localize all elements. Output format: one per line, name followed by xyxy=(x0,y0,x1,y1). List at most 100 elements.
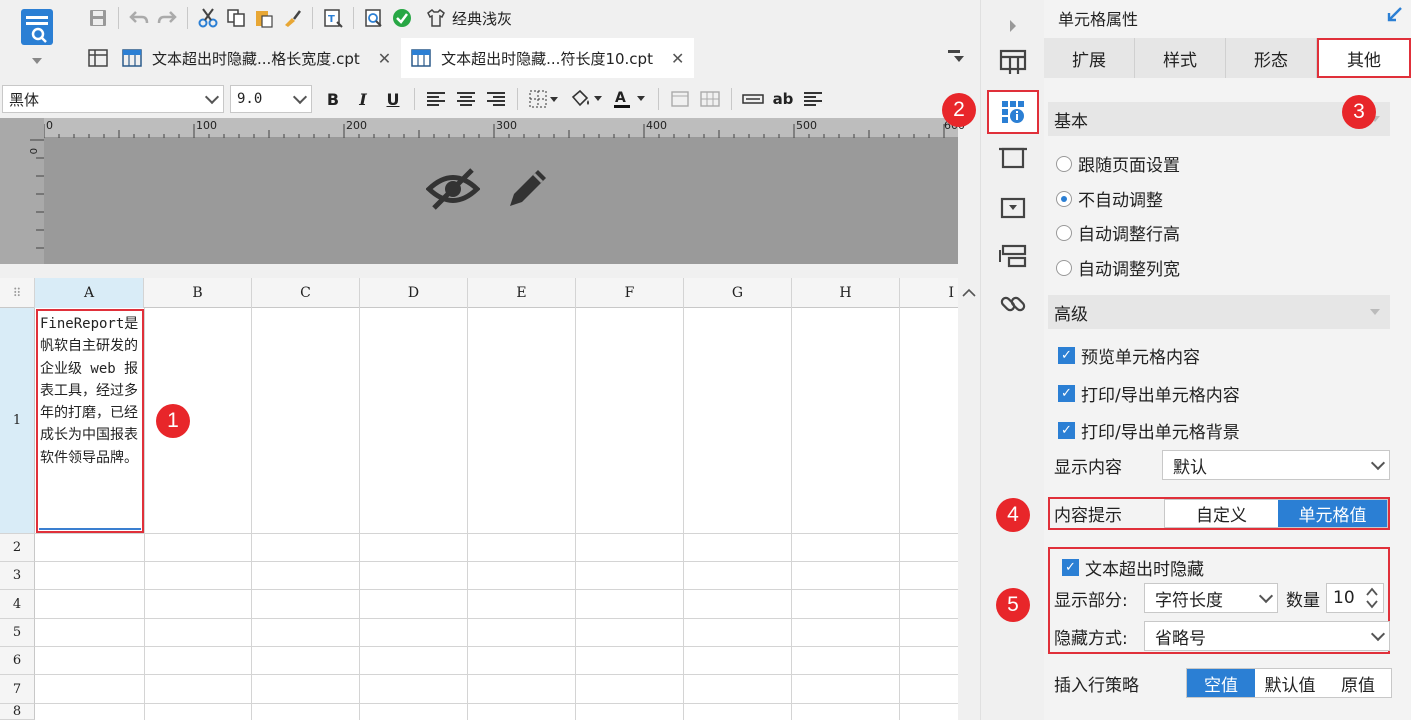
section-advanced[interactable]: 高级 xyxy=(1048,295,1390,329)
tab-widget[interactable]: 形态 xyxy=(1226,38,1317,78)
column-header-G[interactable]: G xyxy=(684,278,792,308)
column-header-B[interactable]: B xyxy=(144,278,252,308)
tab-style[interactable]: 样式 xyxy=(1135,38,1226,78)
underline-button[interactable]: U xyxy=(378,85,408,113)
tab-list-menu-icon[interactable] xyxy=(948,48,966,64)
select-all-icon[interactable]: ⠿ xyxy=(0,278,35,308)
fill-color-icon[interactable] xyxy=(564,85,608,113)
row-header-2[interactable]: 2 xyxy=(0,534,35,562)
close-tab-icon[interactable]: ✕ xyxy=(671,49,684,68)
float-element-icon[interactable] xyxy=(997,142,1029,174)
cell-element-icon[interactable] xyxy=(997,46,1029,78)
indent-icon[interactable] xyxy=(798,85,828,113)
tab-expand[interactable]: 扩展 xyxy=(1044,38,1135,78)
align-center-icon[interactable] xyxy=(451,85,481,113)
redo-icon[interactable] xyxy=(153,4,181,32)
hide-eye-icon[interactable] xyxy=(426,166,480,212)
checkbox-hide-overflow[interactable]: ✓ 文本超出时隐藏 xyxy=(1062,555,1204,580)
close-tab-icon[interactable]: ✕ xyxy=(378,49,391,68)
sheet-grid-icon[interactable] xyxy=(84,44,112,72)
condition-attributes-icon[interactable] xyxy=(997,240,1029,272)
font-color-icon[interactable]: A xyxy=(608,85,652,113)
undo-icon[interactable] xyxy=(125,4,153,32)
column-header-E[interactable]: E xyxy=(468,278,576,308)
unmerge-cells-icon[interactable] xyxy=(695,85,725,113)
border-icon[interactable] xyxy=(524,85,564,113)
radio-follow-page[interactable]: 跟随页面设置 xyxy=(1056,151,1180,176)
checkbox-preview-content[interactable]: ✓ 预览单元格内容 xyxy=(1058,343,1200,368)
scroll-up-icon[interactable] xyxy=(958,284,980,304)
preview-search-icon[interactable] xyxy=(360,4,388,32)
grid-line xyxy=(35,674,958,675)
vertical-scrollbar[interactable] xyxy=(958,278,980,720)
column-header-H[interactable]: H xyxy=(792,278,900,308)
cell-attributes-icon[interactable] xyxy=(987,90,1039,134)
column-header-A[interactable]: A xyxy=(35,278,144,308)
column-header-I[interactable]: I xyxy=(900,278,958,308)
checkbox-print-background[interactable]: ✓ 打印/导出单元格背景 xyxy=(1058,418,1240,443)
font-family-select[interactable]: 黑体 xyxy=(2,85,224,113)
section-basic-title: 基本 xyxy=(1054,111,1088,132)
paste-icon[interactable] xyxy=(250,4,278,32)
insert-policy-option-null[interactable]: 空值 xyxy=(1187,669,1255,697)
display-content-select[interactable]: 默认 xyxy=(1162,450,1390,480)
bold-button[interactable]: B xyxy=(318,85,348,113)
theme-label[interactable]: 经典浅灰 xyxy=(452,8,512,29)
app-logo-icon[interactable] xyxy=(20,8,54,46)
tab-document-2[interactable]: 文本超出时隐藏...符长度10.cpt ✕ xyxy=(401,38,695,78)
cut-icon[interactable] xyxy=(194,4,222,32)
checkbox-label: 打印/导出单元格背景 xyxy=(1081,423,1240,443)
tooltip-option-cell-value[interactable]: 单元格值 xyxy=(1277,500,1387,527)
row-header-1[interactable]: 1 xyxy=(0,308,35,534)
edit-pencil-icon[interactable] xyxy=(504,164,552,212)
row-header-5[interactable]: 5 xyxy=(0,619,35,647)
column-header-F[interactable]: F xyxy=(576,278,684,308)
tooltip-option-custom[interactable]: 自定义 xyxy=(1165,500,1278,527)
widget-settings-icon[interactable] xyxy=(997,192,1029,224)
text-box-icon[interactable]: T xyxy=(319,4,347,32)
stepper-arrows-icon[interactable] xyxy=(1365,585,1379,611)
merge-cells-icon[interactable] xyxy=(665,85,695,113)
theme-shirt-icon[interactable] xyxy=(422,4,450,32)
insert-policy-option-original[interactable]: 原值 xyxy=(1325,669,1391,697)
wrap-text-button[interactable]: ab xyxy=(768,85,798,113)
tab-other[interactable]: 其他 xyxy=(1317,38,1411,78)
radio-auto-row-height[interactable]: 自动调整行高 xyxy=(1056,220,1180,245)
display-content-label: 显示内容 xyxy=(1054,457,1122,478)
checkbox-print-content[interactable]: ✓ 打印/导出单元格内容 xyxy=(1058,381,1240,406)
text-field-icon[interactable] xyxy=(738,85,768,113)
section-basic[interactable]: 基本 xyxy=(1048,102,1390,136)
cell-A1[interactable]: FineReport是帆软自主研发的企业级 web 报表工具，经过多年的打磨，已… xyxy=(36,309,144,533)
grid-line xyxy=(35,618,958,619)
font-family-value: 黑体 xyxy=(9,90,40,109)
insert-policy-option-default[interactable]: 默认值 xyxy=(1255,669,1325,697)
radio-no-auto-adjust[interactable]: 不自动调整 xyxy=(1056,186,1163,211)
count-stepper[interactable]: 10 xyxy=(1326,583,1384,613)
hyperlink-icon[interactable] xyxy=(997,288,1029,320)
hide-mode-select[interactable]: 省略号 xyxy=(1144,621,1390,651)
format-painter-icon[interactable] xyxy=(278,4,306,32)
panel-title: 单元格属性 xyxy=(1058,10,1139,29)
align-left-icon[interactable] xyxy=(421,85,451,113)
row-header-6[interactable]: 6 xyxy=(0,647,35,675)
row-header-7[interactable]: 7 xyxy=(0,675,35,704)
copy-icon[interactable] xyxy=(222,4,250,32)
row-header-4[interactable]: 4 xyxy=(0,590,35,619)
expand-panel-icon[interactable] xyxy=(997,10,1029,42)
main-toolbar: T 经典浅灰 xyxy=(84,0,980,36)
column-header-C[interactable]: C xyxy=(252,278,360,308)
logo-dropdown-icon[interactable] xyxy=(32,58,42,64)
display-part-select[interactable]: 字符长度 xyxy=(1144,583,1278,613)
collapse-panel-icon[interactable] xyxy=(1387,6,1403,22)
check-icon[interactable] xyxy=(388,4,416,32)
font-size-select[interactable]: 9.0 xyxy=(230,85,312,113)
row-header-8[interactable]: 8 xyxy=(0,704,35,720)
tab-document-1[interactable]: 文本超出时隐藏...格长宽度.cpt ✕ xyxy=(112,38,401,78)
checkbox-checked-icon: ✓ xyxy=(1058,422,1075,439)
italic-button[interactable]: I xyxy=(348,85,378,113)
align-right-icon[interactable] xyxy=(481,85,511,113)
row-header-3[interactable]: 3 xyxy=(0,562,35,590)
radio-auto-column-width[interactable]: 自动调整列宽 xyxy=(1056,255,1180,280)
save-icon[interactable] xyxy=(84,4,112,32)
column-header-D[interactable]: D xyxy=(360,278,468,308)
